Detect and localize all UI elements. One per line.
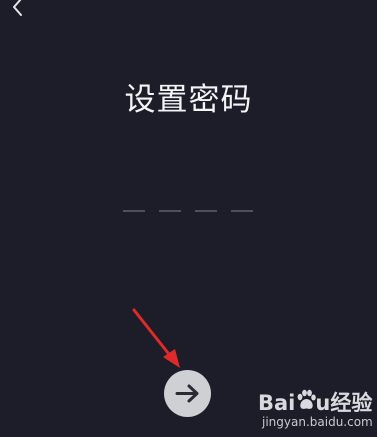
pin-slot-1 bbox=[123, 210, 145, 212]
back-chevron-left-icon[interactable] bbox=[4, 0, 30, 20]
pin-slot-2 bbox=[159, 210, 181, 212]
pin-slot-3 bbox=[195, 210, 217, 212]
watermark-url: jingyan.baidu.com bbox=[262, 415, 373, 429]
baidu-logo: Bai u经验 bbox=[258, 386, 377, 416]
red-pointer-arrow-icon bbox=[132, 308, 180, 368]
baidu-jingyan-watermark: Bai u经验 jingyan.baidu.com bbox=[258, 386, 377, 437]
pin-slot-4 bbox=[231, 210, 253, 212]
set-password-screen: 设置密码 Bai u经验 jingyan.baidu.com bbox=[0, 0, 377, 437]
next-button[interactable] bbox=[164, 370, 211, 417]
arrow-right-icon bbox=[175, 384, 199, 403]
page-title: 设置密码 bbox=[124, 82, 253, 118]
paw-icon bbox=[297, 389, 316, 409]
pin-input[interactable] bbox=[123, 210, 255, 214]
